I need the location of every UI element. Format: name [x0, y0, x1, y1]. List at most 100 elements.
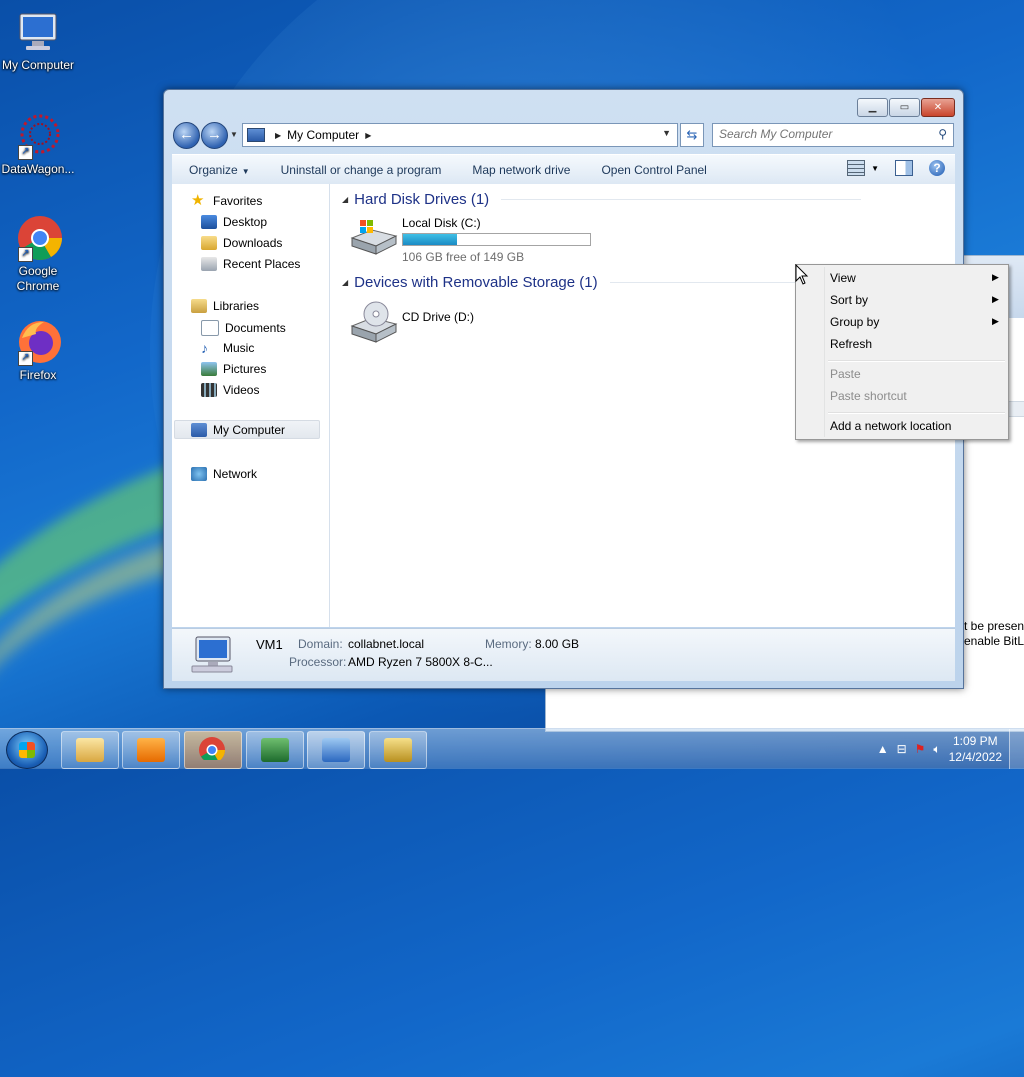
nav-item-label: My Computer	[213, 422, 286, 437]
breadcrumb-separator-icon[interactable]: ▶	[365, 131, 371, 140]
menu-item-label: Sort by	[830, 293, 869, 307]
nav-item-desktop[interactable]: Desktop	[201, 215, 267, 229]
nav-item-documents[interactable]: Documents	[201, 320, 286, 336]
nav-item-libraries[interactable]: Libraries	[191, 299, 259, 313]
address-dropdown-icon[interactable]: ▼	[662, 128, 671, 138]
menu-item-sort-by[interactable]: Sort by ▶	[830, 293, 999, 307]
shortcut-arrow-icon: ↗	[18, 247, 33, 262]
open-control-panel-button[interactable]: Open Control Panel	[584, 163, 720, 177]
group-divider	[609, 282, 810, 283]
search-icon[interactable]: ⚲	[938, 127, 947, 141]
memory-label: Memory:	[485, 637, 532, 651]
nav-item-recent-places[interactable]: Recent Places	[201, 257, 300, 271]
network-icon	[191, 467, 207, 481]
desktop-icon-datawagon[interactable]: ↗ DataWagon...	[0, 112, 76, 177]
task-manager-icon	[261, 738, 289, 762]
menu-item-group-by[interactable]: Group by ▶	[830, 315, 999, 329]
drive-local-disk-c[interactable]: Local Disk (C:) 106 GB free of 149 GB	[348, 216, 591, 264]
menu-item-view[interactable]: View ▶	[830, 271, 999, 285]
nav-item-videos[interactable]: Videos	[201, 383, 259, 397]
taskbar-computer-button[interactable]	[307, 731, 365, 769]
menu-item-paste[interactable]: Paste	[830, 367, 861, 381]
chevron-down-icon: ▼	[241, 166, 250, 176]
clock[interactable]: 1:09 PM 12/4/2022	[949, 733, 1002, 765]
map-network-drive-button[interactable]: Map network drive	[455, 163, 584, 177]
star-icon: ★	[191, 192, 205, 209]
computer-icon	[322, 738, 350, 762]
videos-icon	[201, 383, 217, 397]
address-bar[interactable]: ▶ My Computer ▶ ▼	[242, 123, 678, 147]
shortcut-arrow-icon: ↗	[18, 145, 33, 160]
submenu-arrow-icon: ▶	[992, 316, 999, 326]
drive-cd-d[interactable]: CD Drive (D:)	[348, 300, 474, 343]
command-bar: Organize ▼ Uninstall or change a program …	[172, 154, 955, 185]
drive-usage-fill	[403, 234, 458, 245]
collapse-triangle-icon: ◢	[342, 278, 349, 287]
taskbar: ▲ ⊟ ⚑ 🔈︎ 1:09 PM 12/4/2022	[0, 728, 1024, 769]
processor-label: Processor:	[289, 655, 347, 669]
preview-pane-button[interactable]	[895, 160, 913, 176]
back-button[interactable]: ←	[173, 122, 200, 149]
desktop-icon-firefox[interactable]: ↗ Firefox	[0, 318, 76, 383]
refresh-button[interactable]: ⇆	[680, 123, 704, 147]
menu-item-add-network-location[interactable]: Add a network location	[830, 419, 951, 433]
action-center-flag-icon[interactable]: ⚑	[915, 742, 926, 756]
close-button[interactable]: ✕	[921, 98, 955, 117]
taskbar-keys-button[interactable]	[369, 731, 427, 769]
maximize-button[interactable]: ▭	[889, 98, 920, 117]
breadcrumb-separator-icon[interactable]: ▶	[275, 131, 281, 140]
nav-item-label: Favorites	[213, 194, 263, 208]
datawagon-icon: ↗	[14, 112, 62, 160]
menu-item-label: Group by	[830, 315, 880, 329]
nav-item-downloads[interactable]: Downloads	[201, 236, 282, 250]
drive-info: Local Disk (C:) 106 GB free of 149 GB	[402, 216, 591, 264]
start-button[interactable]	[6, 731, 48, 769]
drive-name: Local Disk (C:)	[402, 216, 481, 230]
background-window-line: enable BitL	[964, 634, 1024, 648]
clock-time: 1:09 PM	[952, 734, 998, 748]
drive-usage-bar	[402, 233, 591, 246]
search-input[interactable]	[713, 124, 930, 144]
uninstall-program-button[interactable]: Uninstall or change a program	[264, 163, 456, 177]
menu-item-paste-shortcut[interactable]: Paste shortcut	[830, 389, 907, 403]
breadcrumb-my-computer[interactable]: My Computer	[287, 128, 359, 142]
taskbar-explorer-button[interactable]	[61, 731, 119, 769]
organize-label: Organize	[189, 162, 238, 177]
nav-item-pictures[interactable]: Pictures	[201, 362, 266, 376]
desktop-icon-label: My Computer	[1, 58, 75, 72]
group-header-label: Hard Disk Drives (1)	[354, 191, 490, 208]
music-icon: ♪	[201, 340, 208, 356]
minimize-button[interactable]: ▁	[857, 98, 888, 117]
taskbar-media-player-button[interactable]	[122, 731, 180, 769]
taskbar-task-manager-button[interactable]	[246, 731, 304, 769]
context-menu[interactable]: View ▶ Sort by ▶ Group by ▶ Refresh Paste P…	[795, 264, 1009, 440]
group-header-label: Devices with Removable Storage (1)	[354, 274, 598, 291]
refresh-icon: ⇆	[686, 127, 698, 142]
group-header-hard-disk-drives[interactable]: ◢ Hard Disk Drives (1)	[342, 191, 862, 208]
minimize-icon: ▁	[868, 102, 877, 113]
show-desktop-button[interactable]	[1009, 729, 1024, 769]
desktop-icon-google-chrome[interactable]: ↗ Google Chrome	[0, 214, 76, 294]
volume-icon[interactable]: 🔈︎	[933, 742, 940, 757]
show-hidden-icons-icon[interactable]: ▲	[877, 742, 889, 756]
search-box[interactable]: ⚲	[712, 123, 954, 147]
organize-button[interactable]: Organize ▼	[172, 163, 264, 177]
documents-icon	[201, 320, 219, 336]
menu-item-refresh[interactable]: Refresh	[830, 337, 872, 351]
taskbar-chrome-button[interactable]	[184, 731, 242, 769]
nav-item-favorites[interactable]: ★ Favorites	[191, 192, 263, 209]
change-view-button[interactable]: ▼	[847, 160, 879, 176]
back-arrow-icon: ←	[179, 126, 194, 143]
desktop-icon-my-computer[interactable]: My Computer	[0, 8, 76, 73]
navigation-pane[interactable]: ★ Favorites Desktop Downloads Recent Pla…	[172, 184, 330, 627]
help-button[interactable]: ?	[929, 160, 945, 176]
recent-pages-dropdown[interactable]: ▼	[230, 130, 238, 139]
forward-button[interactable]: →	[201, 122, 228, 149]
nav-item-network[interactable]: Network	[191, 467, 257, 481]
nav-item-my-computer[interactable]: My Computer	[174, 420, 320, 439]
firefox-icon: ↗	[14, 318, 62, 366]
menu-item-label: View	[830, 271, 856, 285]
nav-item-music[interactable]: ♪ Music	[201, 341, 254, 355]
network-tray-icon[interactable]: ⊟	[897, 742, 907, 756]
group-header-removable-storage[interactable]: ◢ Devices with Removable Storage (1)	[342, 274, 810, 291]
